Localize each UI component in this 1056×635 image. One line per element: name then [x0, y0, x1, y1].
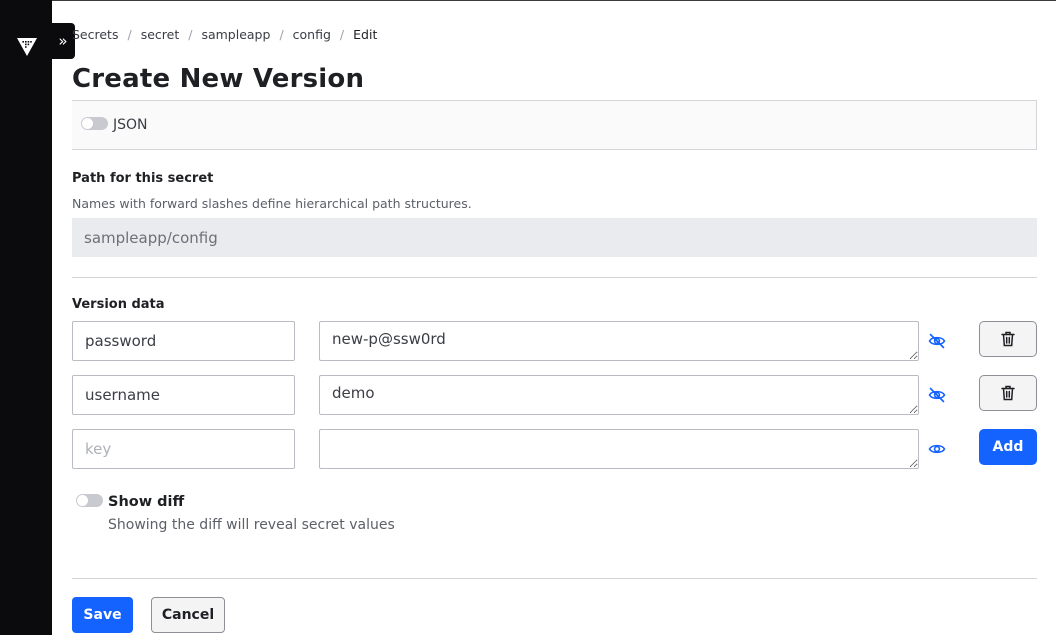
json-toggle-bar: JSON: [72, 100, 1037, 150]
sidebar: [0, 0, 52, 635]
path-input: [72, 218, 1037, 257]
breadcrumb: Secrets / secret / sampleapp / config / …: [72, 27, 377, 42]
trash-icon: [1001, 331, 1015, 347]
top-border: [52, 0, 1056, 1]
secret-value-input[interactable]: demo: [319, 375, 919, 415]
eye-off-icon[interactable]: [928, 386, 946, 404]
secret-value-input[interactable]: new-p@ssw0rd: [319, 321, 919, 361]
version-data-label: Version data: [72, 297, 165, 312]
path-help-text: Names with forward slashes define hierar…: [72, 196, 472, 211]
divider: [72, 277, 1037, 278]
show-diff-help-text: Showing the diff will reveal secret valu…: [108, 517, 395, 533]
cancel-button[interactable]: Cancel: [151, 597, 225, 633]
new-key-input[interactable]: [72, 429, 295, 469]
page-title: Create New Version: [72, 64, 365, 94]
delete-row-button[interactable]: [979, 321, 1037, 357]
add-row-button[interactable]: Add: [979, 429, 1037, 465]
vault-logo-icon[interactable]: [16, 36, 38, 58]
breadcrumb-separator: /: [339, 27, 345, 42]
breadcrumb-secrets[interactable]: Secrets: [72, 27, 118, 42]
path-label: Path for this secret: [72, 171, 214, 186]
breadcrumb-separator: /: [279, 27, 284, 42]
show-diff-toggle[interactable]: [76, 494, 103, 507]
eye-icon[interactable]: [928, 440, 946, 458]
breadcrumb-current: Edit: [353, 27, 378, 42]
save-button[interactable]: Save: [72, 597, 133, 633]
json-toggle[interactable]: [81, 117, 108, 130]
chevrons-right-icon: »: [58, 32, 68, 50]
breadcrumb-secret[interactable]: secret: [141, 27, 180, 42]
delete-row-button[interactable]: [979, 375, 1037, 411]
new-value-input[interactable]: [319, 429, 919, 469]
eye-off-icon[interactable]: [928, 332, 946, 350]
secret-key-input[interactable]: [72, 375, 295, 415]
breadcrumb-sampleapp[interactable]: sampleapp: [201, 27, 270, 42]
show-diff-label[interactable]: Show diff: [108, 494, 184, 510]
secret-key-input[interactable]: [72, 321, 295, 361]
divider: [72, 578, 1037, 579]
breadcrumb-separator: /: [127, 27, 132, 42]
json-toggle-label[interactable]: JSON: [113, 117, 148, 133]
breadcrumb-separator: /: [188, 27, 193, 42]
breadcrumb-config[interactable]: config: [293, 27, 331, 42]
trash-icon: [1001, 385, 1015, 401]
